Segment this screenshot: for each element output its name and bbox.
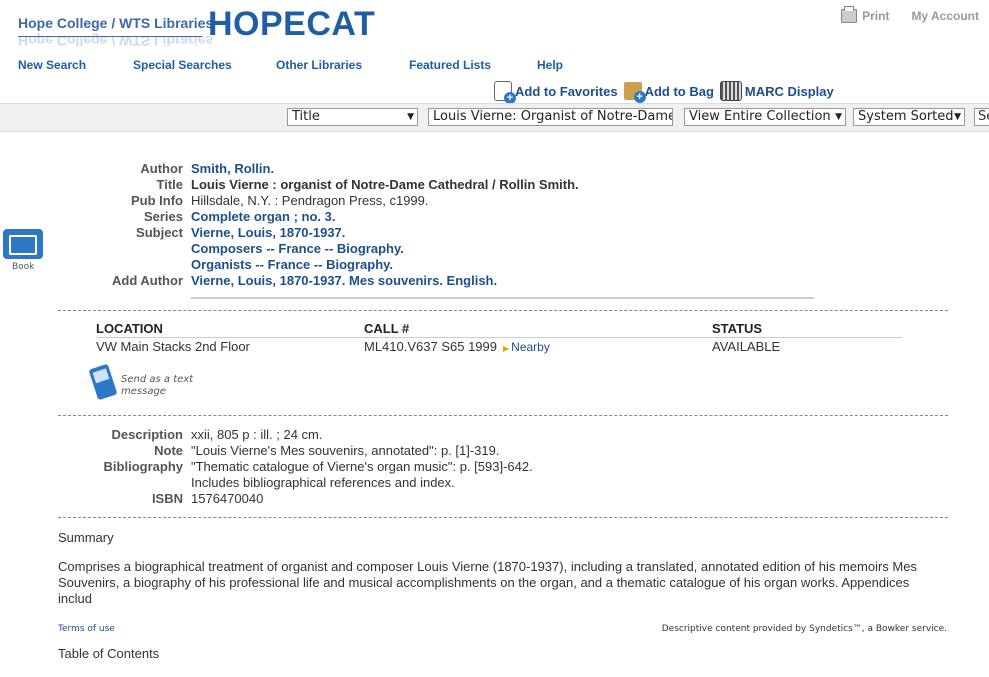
search-type-select[interactable]: Title <box>287 108 418 126</box>
nav-other-libraries[interactable]: Other Libraries <box>276 58 409 72</box>
bag-icon <box>623 82 646 103</box>
bibliography-value: Includes bibliographical references and … <box>191 475 455 490</box>
subject-link[interactable]: Vierne, Louis, 1870-1937. <box>191 225 345 241</box>
favorites-icon <box>494 81 516 104</box>
nearby-link[interactable]: Nearby <box>503 340 550 354</box>
field-label: Pub Info <box>131 193 183 208</box>
bib-details: Description xxii, 805 p : ill. ; 24 cm. … <box>58 427 533 507</box>
top-links: Print My Account <box>841 6 979 23</box>
col-location: LOCATION <box>96 321 163 336</box>
add-author-link[interactable]: Vierne, Louis, 1870-1937. Mes souvenirs.… <box>191 273 497 289</box>
format-label: Book <box>12 262 35 272</box>
note-value: "Louis Vierne's Mes souvenirs, annotated… <box>191 443 500 458</box>
author-link[interactable]: Smith, Rollin. <box>191 161 274 177</box>
field-pubinfo: Pub Info Hillsdale, N.Y. : Pendragon Pre… <box>58 193 579 209</box>
field-description: Description xxii, 805 p : ill. ; 24 cm. <box>58 427 533 443</box>
field-author: Author Smith, Rollin. <box>58 161 579 177</box>
col-call: CALL # <box>364 321 410 336</box>
add-to-favorites-button[interactable]: Add to Favorites <box>494 81 618 104</box>
search-bar: Title Louis Vierne: Organist of Notre-Da… <box>0 103 989 132</box>
add-to-bag-button[interactable]: Add to Bag <box>623 81 714 103</box>
print-link[interactable]: Print <box>841 6 890 23</box>
status-cell: AVAILABLE <box>712 339 781 354</box>
summary-heading: Summary <box>58 530 114 545</box>
subject-link[interactable]: Organists -- France -- Biography. <box>191 257 393 273</box>
subject-link[interactable]: Composers -- France -- Biography. <box>191 241 404 257</box>
printer-icon <box>841 6 858 23</box>
favorites-label: Add to Favorites <box>515 83 618 99</box>
field-label: Author <box>140 161 183 176</box>
field-subject-cont: Composers -- France -- Biography. <box>58 241 579 257</box>
field-bibliography-cont: Includes bibliographical references and … <box>58 475 533 491</box>
bibliography-value: "Thematic catalogue of Vierne's organ mu… <box>191 459 533 474</box>
field-add-author: Add Author Vierne, Louis, 1870-1937. Mes… <box>58 273 579 289</box>
terms-of-use-link[interactable]: Terms of use <box>58 624 115 634</box>
nav-help[interactable]: Help <box>537 58 563 72</box>
holdings-header: LOCATION CALL # STATUS <box>96 321 902 338</box>
field-label: Bibliography <box>103 459 183 474</box>
field-isbn: ISBN 1576470040 <box>58 491 533 507</box>
call-number: ML410.V637 S65 1999 <box>364 339 497 354</box>
nav-new-search[interactable]: New Search <box>18 58 133 72</box>
field-title: Title Louis Vierne : organist of Notre-D… <box>58 177 579 193</box>
field-label: Subject <box>136 225 183 240</box>
scope-select[interactable]: View Entire Collection <box>684 108 846 126</box>
marc-label: MARC Display <box>744 83 834 99</box>
hopecat-logo[interactable]: HOPECAT <box>208 5 375 44</box>
toc-heading[interactable]: Table of Contents <box>58 646 159 661</box>
field-subject: Subject Vierne, Louis, 1870-1937. <box>58 225 579 241</box>
syndetics-credit: Descriptive content provided by Syndetic… <box>661 624 947 634</box>
summary-text: Comprises a biographical treatment of or… <box>58 559 917 606</box>
field-label: Description <box>111 427 183 442</box>
library-name-reflection: Hope College / WTS Libraries <box>18 33 214 49</box>
call-cell: ML410.V637 S65 1999 Nearby <box>364 338 712 356</box>
bib-record: Author Smith, Rollin. Title Louis Vierne… <box>58 161 579 289</box>
bag-label: Add to Bag <box>644 83 714 99</box>
dashed-divider <box>58 517 948 518</box>
field-label: Add Author <box>112 273 183 288</box>
isbn-value: 1576470040 <box>191 491 264 506</box>
table-row: VW Main Stacks 2nd Floor ML410.V637 S65 … <box>96 338 902 356</box>
book-icon <box>3 229 43 259</box>
my-account-link[interactable]: My Account <box>911 9 979 23</box>
field-note: Note "Louis Vierne's Mes souvenirs, anno… <box>58 443 533 459</box>
field-label: Series <box>143 209 183 224</box>
description-value: xxii, 805 p : ill. ; 24 cm. <box>191 427 323 442</box>
record-tools: Add to Favorites Add to Bag MARC Display <box>494 81 834 104</box>
field-bibliography: Bibliography "Thematic catalogue of Vier… <box>58 459 533 475</box>
search-button[interactable]: Search <box>974 108 989 126</box>
main-nav: New Search Special Searches Other Librar… <box>18 58 563 72</box>
bib-divider <box>191 297 814 299</box>
series-link[interactable]: Complete organ ; no. 3. <box>191 209 335 225</box>
sms-label: Send as a text message <box>121 374 194 397</box>
nav-featured-lists[interactable]: Featured Lists <box>409 58 537 72</box>
holdings-table: LOCATION CALL # STATUS VW Main Stacks 2n… <box>96 321 902 356</box>
field-label: Note <box>154 443 183 458</box>
library-name[interactable]: Hope College / WTS Libraries <box>18 15 213 31</box>
send-sms-link[interactable]: Send as a text message <box>88 363 194 401</box>
col-status: STATUS <box>712 321 763 336</box>
field-label: Title <box>156 177 184 192</box>
phone-icon <box>88 363 118 401</box>
field-series: Series Complete organ ; no. 3. <box>58 209 579 225</box>
marc-icon <box>719 81 742 101</box>
field-label: ISBN <box>151 491 183 506</box>
location-cell: VW Main Stacks 2nd Floor <box>96 339 250 354</box>
dashed-divider <box>58 415 948 416</box>
sort-select[interactable]: System Sorted <box>853 108 965 126</box>
print-label: Print <box>862 9 890 23</box>
nav-special-searches[interactable]: Special Searches <box>133 58 276 72</box>
dashed-divider <box>58 310 948 311</box>
title-value: Louis Vierne : organist of Notre-Dame Ca… <box>191 177 579 192</box>
marc-display-button[interactable]: MARC Display <box>719 81 834 101</box>
pubinfo-value: Hillsdale, N.Y. : Pendragon Press, c1999… <box>191 193 429 208</box>
search-input[interactable]: Louis Vierne: Organist of Notre-Dame Cat… <box>428 108 673 126</box>
field-subject-cont: Organists -- France -- Biography. <box>58 257 579 273</box>
